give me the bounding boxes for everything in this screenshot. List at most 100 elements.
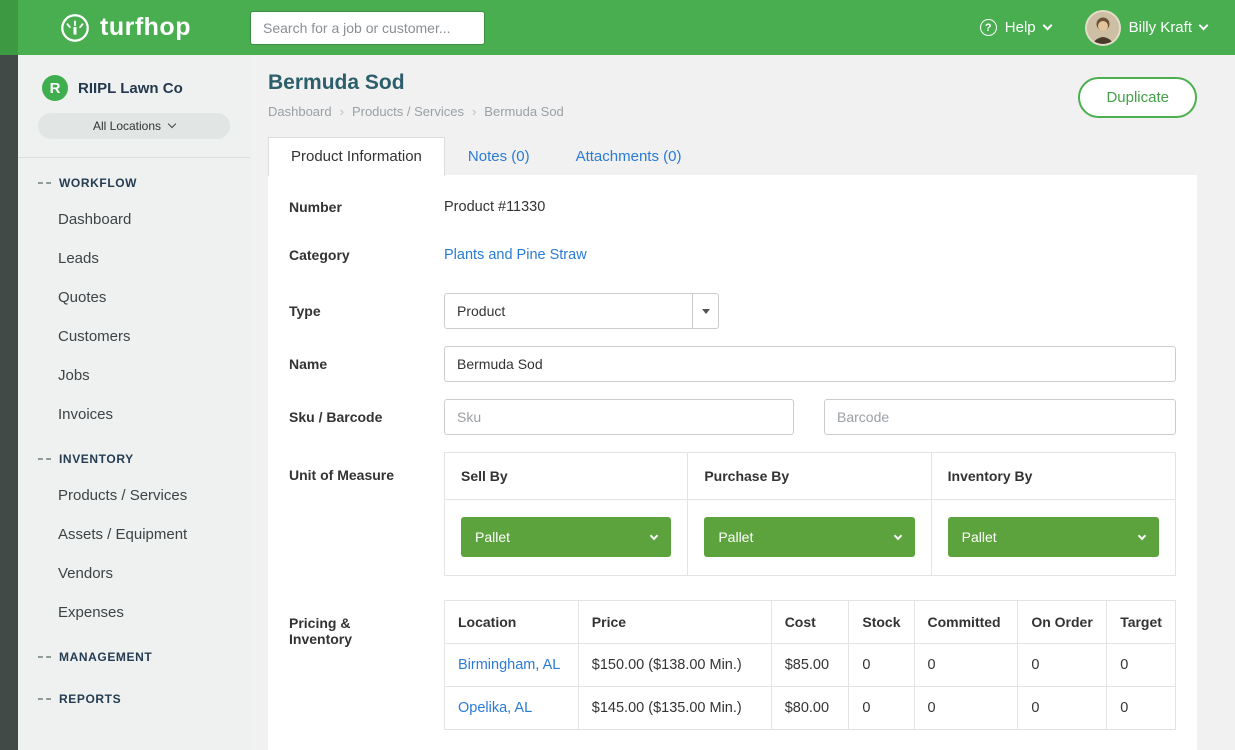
- sidebar-item-jobs[interactable]: Jobs: [18, 356, 250, 395]
- row-number: Number Product #11330: [289, 199, 1176, 215]
- tab-bar: Product Information Notes (0) Attachment…: [268, 137, 1197, 176]
- type-selected-value: Product: [457, 303, 505, 319]
- sidebar-item-invoices[interactable]: Invoices: [18, 395, 250, 434]
- sidebar-section-inventory: INVENTORY Products / Services Assets / E…: [18, 440, 250, 632]
- tab-attachments[interactable]: Attachments (0): [553, 137, 705, 176]
- dashes-icon: [38, 458, 51, 460]
- inventory-by-dropdown[interactable]: Pallet: [948, 517, 1159, 557]
- sidebar-item-leads[interactable]: Leads: [18, 239, 250, 278]
- sidebar-item-assets-equipment[interactable]: Assets / Equipment: [18, 515, 250, 554]
- company-header[interactable]: R RIIPL Lawn Co: [18, 55, 250, 113]
- chevron-down-icon: [1042, 21, 1052, 31]
- sidebar-item-quotes[interactable]: Quotes: [18, 278, 250, 317]
- location-link[interactable]: Birmingham, AL: [445, 644, 579, 687]
- inventory-by-value: Pallet: [962, 529, 997, 545]
- dashes-icon: [38, 182, 51, 184]
- on-order-cell: 0: [1018, 644, 1107, 687]
- help-menu[interactable]: ? Help: [980, 19, 1051, 36]
- company-name: RIIPL Lawn Co: [78, 80, 183, 97]
- product-information-panel: Number Product #11330 Category Plants an…: [268, 175, 1197, 750]
- table-row: Opelika, AL $145.00 ($135.00 Min.) $80.0…: [445, 687, 1176, 730]
- price-cell: $145.00 ($135.00 Min.): [578, 687, 771, 730]
- sidebar: R RIIPL Lawn Co All Locations WORKFLOW D…: [18, 55, 250, 750]
- chevron-down-icon: [1138, 531, 1146, 539]
- section-header-inventory[interactable]: INVENTORY: [18, 440, 250, 476]
- uom-cell-sell-by: Pallet: [445, 500, 688, 575]
- dashes-icon: [38, 656, 51, 658]
- target-cell: 0: [1107, 687, 1176, 730]
- uom-cell-purchase-by: Pallet: [688, 500, 931, 575]
- company-logo-icon: R: [42, 75, 68, 101]
- uom-cell-inventory-by: Pallet: [932, 500, 1175, 575]
- main-content: Bermuda Sod Dashboard › Products / Servi…: [268, 55, 1235, 750]
- committed-cell: 0: [914, 644, 1018, 687]
- section-label: INVENTORY: [59, 452, 134, 466]
- name-input[interactable]: [444, 346, 1176, 382]
- type-select[interactable]: Product: [444, 293, 719, 329]
- tab-product-information[interactable]: Product Information: [268, 137, 445, 176]
- category-link[interactable]: Plants and Pine Straw: [444, 247, 587, 263]
- purchase-by-value: Pallet: [718, 529, 753, 545]
- section-header-reports[interactable]: REPORTS: [18, 680, 250, 716]
- pricing-header-row: Location Price Cost Stock Committed On O…: [445, 601, 1176, 644]
- chevron-down-icon: [893, 531, 901, 539]
- sidebar-divider: [18, 157, 250, 158]
- turfhop-logo-icon: [59, 12, 91, 44]
- row-unit-of-measure: Unit of Measure Sell By Purchase By Inve…: [289, 452, 1176, 576]
- breadcrumb: Dashboard › Products / Services › Bermud…: [268, 104, 564, 119]
- sidebar-item-vendors[interactable]: Vendors: [18, 554, 250, 593]
- breadcrumb-separator: ›: [340, 104, 344, 119]
- col-committed: Committed: [914, 601, 1018, 644]
- left-edge-strip: [0, 55, 18, 750]
- number-value: Product #11330: [444, 199, 545, 215]
- sell-by-value: Pallet: [475, 529, 510, 545]
- sidebar-section-workflow: WORKFLOW Dashboard Leads Quotes Customer…: [18, 164, 250, 434]
- search-input[interactable]: [250, 11, 485, 45]
- sidebar-item-customers[interactable]: Customers: [18, 317, 250, 356]
- row-pricing-inventory: Pricing & Inventory Location Price Cost …: [289, 600, 1176, 730]
- breadcrumb-products-services[interactable]: Products / Services: [352, 104, 464, 119]
- sku-input[interactable]: [444, 399, 794, 435]
- number-label: Number: [289, 199, 444, 215]
- row-type: Type Product: [289, 293, 1176, 329]
- section-header-management[interactable]: MANAGEMENT: [18, 638, 250, 674]
- sku-barcode-label: Sku / Barcode: [289, 409, 444, 425]
- user-menu[interactable]: Billy Kraft: [1085, 10, 1207, 46]
- category-label: Category: [289, 247, 444, 263]
- pricing-inventory-table: Location Price Cost Stock Committed On O…: [444, 600, 1176, 730]
- section-header-workflow[interactable]: WORKFLOW: [18, 164, 250, 200]
- location-link[interactable]: Opelika, AL: [445, 687, 579, 730]
- sidebar-item-dashboard[interactable]: Dashboard: [18, 200, 250, 239]
- help-label: Help: [1005, 19, 1036, 36]
- select-caret-icon: [692, 294, 718, 328]
- brand-logo[interactable]: turfhop: [0, 12, 250, 44]
- sell-by-dropdown[interactable]: Pallet: [461, 517, 671, 557]
- duplicate-button[interactable]: Duplicate: [1078, 77, 1197, 118]
- row-category: Category Plants and Pine Straw: [289, 247, 1176, 263]
- price-cell: $150.00 ($138.00 Min.): [578, 644, 771, 687]
- col-stock: Stock: [849, 601, 914, 644]
- stock-cell: 0: [849, 687, 914, 730]
- barcode-input[interactable]: [824, 399, 1176, 435]
- cost-cell: $80.00: [771, 687, 849, 730]
- dashes-icon: [38, 698, 51, 700]
- row-name: Name: [289, 346, 1176, 382]
- breadcrumb-separator: ›: [472, 104, 476, 119]
- sidebar-item-expenses[interactable]: Expenses: [18, 593, 250, 632]
- col-location: Location: [445, 601, 579, 644]
- breadcrumb-dashboard[interactable]: Dashboard: [268, 104, 332, 119]
- purchase-by-dropdown[interactable]: Pallet: [704, 517, 914, 557]
- sidebar-item-products-services[interactable]: Products / Services: [18, 476, 250, 515]
- name-label: Name: [289, 356, 444, 372]
- breadcrumb-current: Bermuda Sod: [484, 104, 564, 119]
- avatar: [1085, 10, 1121, 46]
- table-row: Birmingham, AL $150.00 ($138.00 Min.) $8…: [445, 644, 1176, 687]
- section-label: REPORTS: [59, 692, 121, 706]
- tab-notes[interactable]: Notes (0): [445, 137, 553, 176]
- target-cell: 0: [1107, 644, 1176, 687]
- page-header: Bermuda Sod Dashboard › Products / Servi…: [268, 55, 1197, 119]
- col-on-order: On Order: [1018, 601, 1107, 644]
- section-label: WORKFLOW: [59, 176, 137, 190]
- locations-dropdown[interactable]: All Locations: [38, 113, 230, 139]
- type-label: Type: [289, 303, 444, 319]
